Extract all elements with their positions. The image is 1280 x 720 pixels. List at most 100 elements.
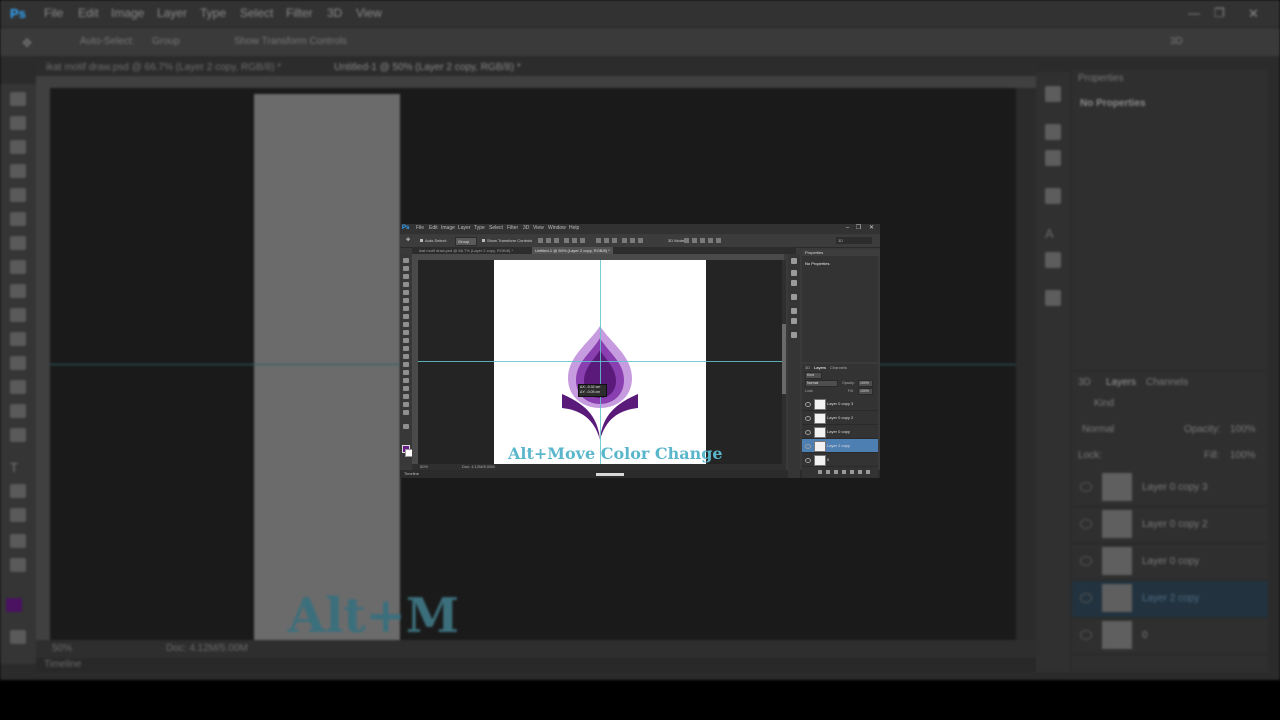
hand-tool-icon[interactable] bbox=[403, 402, 409, 407]
close-icon[interactable]: ✕ bbox=[868, 225, 875, 231]
eye-icon[interactable] bbox=[805, 402, 811, 407]
link-layers-icon[interactable] bbox=[818, 470, 822, 474]
eye-icon[interactable] bbox=[805, 444, 811, 449]
layer-name[interactable]: Layer 0 copy bbox=[827, 429, 850, 434]
workspace-switcher[interactable]: 3D bbox=[836, 237, 872, 244]
type-tool-icon[interactable] bbox=[403, 378, 409, 383]
layer-filter-kind[interactable]: Kind bbox=[805, 372, 822, 379]
guide-vertical[interactable] bbox=[600, 260, 601, 464]
horizontal-scrollbar-thumb[interactable] bbox=[596, 473, 624, 476]
menu-edit[interactable]: Edit bbox=[429, 225, 438, 231]
3d-roll-icon[interactable] bbox=[692, 238, 697, 243]
menu-layer[interactable]: Layer bbox=[458, 225, 471, 231]
eye-icon[interactable] bbox=[805, 430, 811, 435]
distribute-vcenter-icon[interactable] bbox=[604, 238, 609, 243]
menu-3d[interactable]: 3D bbox=[523, 225, 529, 231]
layer-row[interactable]: Layer 0 copy 3 bbox=[802, 397, 878, 411]
3d-drag-icon[interactable] bbox=[700, 238, 705, 243]
pen-tool-icon[interactable] bbox=[403, 370, 409, 375]
lasso-tool-icon[interactable] bbox=[403, 274, 409, 279]
menu-select[interactable]: Select bbox=[489, 225, 503, 231]
libraries-icon[interactable] bbox=[791, 294, 797, 300]
move-tool-icon[interactable] bbox=[403, 258, 409, 263]
align-vcenter-icon[interactable] bbox=[546, 238, 551, 243]
tab-channels[interactable]: Channels bbox=[830, 365, 847, 370]
add-mask-icon[interactable] bbox=[834, 470, 838, 474]
history-icon[interactable] bbox=[791, 258, 797, 264]
distribute-right-icon[interactable] bbox=[638, 238, 643, 243]
paragraph-icon[interactable] bbox=[791, 318, 797, 324]
tab-ikat-motif[interactable]: ikat motif draw.psd @ 66.7% (Layer 2 cop… bbox=[416, 247, 516, 254]
layer-row[interactable]: Layer 0 copy bbox=[802, 425, 878, 439]
minimize-icon[interactable]: – bbox=[844, 225, 851, 231]
menu-image[interactable]: Image bbox=[441, 225, 455, 231]
timeline-label[interactable]: Timeline bbox=[404, 471, 419, 476]
adjustment-layer-icon[interactable] bbox=[842, 470, 846, 474]
fill-input[interactable]: 100% bbox=[858, 388, 873, 395]
new-layer-icon[interactable] bbox=[858, 470, 862, 474]
dodge-tool-icon[interactable] bbox=[403, 362, 409, 367]
marquee-tool-icon[interactable] bbox=[403, 266, 409, 271]
shape-tool-icon[interactable] bbox=[403, 394, 409, 399]
fx-icon[interactable] bbox=[826, 470, 830, 474]
path-select-tool-icon[interactable] bbox=[403, 386, 409, 391]
3d-rotate-icon[interactable] bbox=[684, 238, 689, 243]
eraser-tool-icon[interactable] bbox=[403, 338, 409, 343]
properties-icon[interactable] bbox=[791, 280, 797, 286]
clone-stamp-tool-icon[interactable] bbox=[403, 322, 409, 327]
distribute-bottom-icon[interactable] bbox=[612, 238, 617, 243]
tool-presets-icon[interactable] bbox=[791, 332, 797, 338]
tab-3d[interactable]: 3D bbox=[805, 365, 810, 370]
opacity-input[interactable]: 100% bbox=[858, 380, 873, 387]
brush-tool-icon[interactable] bbox=[403, 314, 409, 319]
move-tool-icon[interactable]: ✥ bbox=[406, 237, 410, 243]
layer-name[interactable]: 0 bbox=[827, 457, 829, 462]
menu-view[interactable]: View bbox=[533, 225, 544, 231]
character-icon[interactable] bbox=[791, 308, 797, 314]
auto-select-dropdown[interactable]: Group bbox=[455, 237, 477, 246]
distribute-left-icon[interactable] bbox=[622, 238, 627, 243]
gradient-tool-icon[interactable] bbox=[403, 346, 409, 351]
align-right-icon[interactable] bbox=[580, 238, 585, 243]
3d-scale-icon[interactable] bbox=[716, 238, 721, 243]
layer-name[interactable]: Layer 0 copy 3 bbox=[827, 401, 853, 406]
tab-layers[interactable]: Layers bbox=[814, 365, 826, 370]
extra-tools-icon[interactable] bbox=[403, 424, 409, 429]
menu-window[interactable]: Window bbox=[548, 225, 566, 231]
tab-untitled-1[interactable]: Untitled-1 @ 50% (Layer 2 copy, RGB/8) * bbox=[532, 247, 613, 254]
adjustments-icon[interactable] bbox=[791, 270, 797, 276]
blend-mode-select[interactable]: Normal bbox=[805, 380, 838, 387]
layer-name[interactable]: Layer 0 copy 2 bbox=[827, 415, 853, 420]
menu-help[interactable]: Help bbox=[569, 225, 579, 231]
healing-tool-icon[interactable] bbox=[403, 306, 409, 311]
auto-select-checkbox[interactable] bbox=[420, 239, 423, 242]
quick-select-tool-icon[interactable] bbox=[403, 282, 409, 287]
new-group-icon[interactable] bbox=[850, 470, 854, 474]
vertical-scrollbar-thumb[interactable] bbox=[782, 324, 786, 394]
align-left-icon[interactable] bbox=[564, 238, 569, 243]
menu-file[interactable]: File bbox=[416, 225, 424, 231]
restore-icon[interactable]: ❐ bbox=[855, 225, 862, 231]
align-hcenter-icon[interactable] bbox=[572, 238, 577, 243]
align-top-icon[interactable] bbox=[538, 238, 543, 243]
delete-layer-icon[interactable] bbox=[866, 470, 870, 474]
menu-filter[interactable]: Filter bbox=[507, 225, 518, 231]
properties-title[interactable]: Properties bbox=[802, 250, 880, 256]
crop-tool-icon[interactable] bbox=[403, 290, 409, 295]
history-brush-tool-icon[interactable] bbox=[403, 330, 409, 335]
3d-slide-icon[interactable] bbox=[708, 238, 713, 243]
layer-name[interactable]: Layer 2 copy bbox=[827, 443, 850, 448]
eyedropper-tool-icon[interactable] bbox=[403, 298, 409, 303]
menu-type[interactable]: Type bbox=[474, 225, 485, 231]
blur-tool-icon[interactable] bbox=[403, 354, 409, 359]
layer-row[interactable]: Layer 0 copy 2 bbox=[802, 411, 878, 425]
layer-row-selected[interactable]: Layer 2 copy bbox=[802, 439, 878, 453]
show-transform-checkbox[interactable] bbox=[482, 239, 485, 242]
align-bottom-icon[interactable] bbox=[554, 238, 559, 243]
layer-row[interactable]: 0 bbox=[802, 453, 878, 467]
eye-icon[interactable] bbox=[805, 458, 811, 463]
eye-icon[interactable] bbox=[805, 416, 811, 421]
distribute-hcenter-icon[interactable] bbox=[630, 238, 635, 243]
distribute-top-icon[interactable] bbox=[596, 238, 601, 243]
zoom-tool-icon[interactable] bbox=[403, 410, 409, 415]
